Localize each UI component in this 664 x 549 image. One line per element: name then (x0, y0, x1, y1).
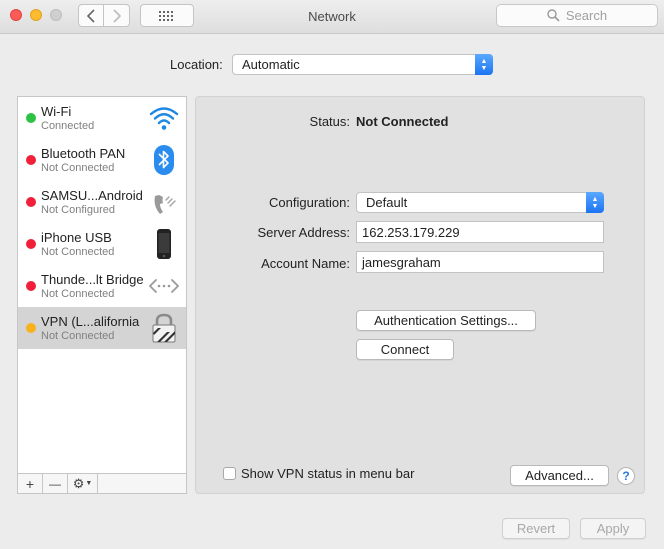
service-status: Connected (41, 120, 95, 132)
chevron-down-icon: ▼ (85, 480, 93, 487)
service-name: Bluetooth PAN (41, 146, 126, 161)
remove-service-button[interactable]: — (43, 474, 68, 493)
add-service-button[interactable]: + (18, 474, 43, 493)
phone-signal-icon (154, 195, 176, 214)
configuration-value: Default (366, 195, 408, 210)
show-vpn-status-checkbox[interactable] (223, 467, 236, 480)
thunderbolt-bridge-icon (148, 279, 180, 293)
gear-icon: ⚙ (72, 475, 85, 491)
service-item-vpn[interactable]: VPN (L...alifornia Not Connected (18, 307, 186, 349)
location-value: Automatic (242, 57, 300, 72)
search-field[interactable]: Search (496, 4, 658, 27)
status-dot (26, 155, 36, 165)
service-name: SAMSU...Android (41, 188, 143, 203)
service-item-wifi[interactable]: Wi-Fi Connected (18, 97, 186, 139)
configuration-popup[interactable]: Default ▲ ▼ (356, 192, 604, 213)
authentication-settings-button[interactable]: Authentication Settings... (356, 310, 536, 331)
lock-icon (152, 313, 176, 343)
service-name: Wi-Fi (41, 104, 72, 119)
apply-button[interactable]: Apply (580, 518, 646, 539)
revert-button[interactable]: Revert (502, 518, 570, 539)
status-dot (26, 197, 36, 207)
popup-arrows-icon: ▲ ▼ (475, 54, 493, 75)
iphone-icon (157, 229, 171, 259)
status-dot (26, 323, 36, 333)
service-name: VPN (L...alifornia (41, 314, 140, 329)
account-name-label: Account Name: (261, 256, 350, 271)
show-vpn-status-label: Show VPN status in menu bar (241, 466, 415, 481)
wifi-icon (149, 107, 179, 130)
sidebar-toolbar: + — ⚙ ▼ (18, 473, 186, 493)
search-placeholder: Search (565, 8, 608, 23)
service-status: Not Connected (41, 162, 115, 174)
popup-arrows-icon: ▲ ▼ (586, 192, 604, 213)
status-dot (26, 281, 36, 291)
service-name: iPhone USB (41, 230, 112, 245)
service-status: Not Configured (41, 204, 115, 216)
service-status: Not Connected (41, 288, 115, 300)
server-address-field[interactable]: 162.253.179.229 (356, 221, 604, 243)
configuration-label: Configuration: (269, 195, 350, 210)
connect-button[interactable]: Connect (356, 339, 454, 360)
bluetooth-icon (154, 145, 174, 175)
advanced-button[interactable]: Advanced... (510, 465, 609, 486)
service-item-samsung-android[interactable]: SAMSU...Android Not Configured (18, 181, 186, 223)
server-address-label: Server Address: (257, 225, 351, 240)
service-item-iphone-usb[interactable]: iPhone USB Not Connected (18, 223, 186, 265)
service-status: Not Connected (41, 246, 115, 258)
service-list: Wi-Fi Connected Bluetooth PAN Not Connec… (17, 96, 187, 494)
action-menu-button[interactable]: ⚙ ▼ (68, 474, 98, 493)
status-dot (26, 113, 36, 123)
help-button[interactable]: ? (617, 467, 635, 485)
status-dot (26, 239, 36, 249)
location-label: Location: (170, 57, 223, 72)
service-item-bluetooth-pan[interactable]: Bluetooth PAN Not Connected (18, 139, 186, 181)
location-popup[interactable]: Automatic ▲ ▼ (232, 54, 493, 75)
search-icon (547, 9, 560, 22)
service-status: Not Connected (41, 330, 115, 342)
account-name-field[interactable]: jamesgraham (356, 251, 604, 273)
status-label: Status: (309, 114, 350, 129)
status-value: Not Connected (356, 114, 449, 129)
vpn-detail-panel: Status: Not Connected Configuration: Def… (195, 96, 645, 494)
service-item-thunderbolt-bridge[interactable]: Thunde...lt Bridge Not Connected (18, 265, 186, 307)
service-name: Thunde...lt Bridge (41, 272, 144, 287)
title-bar: Network Search (0, 0, 664, 34)
